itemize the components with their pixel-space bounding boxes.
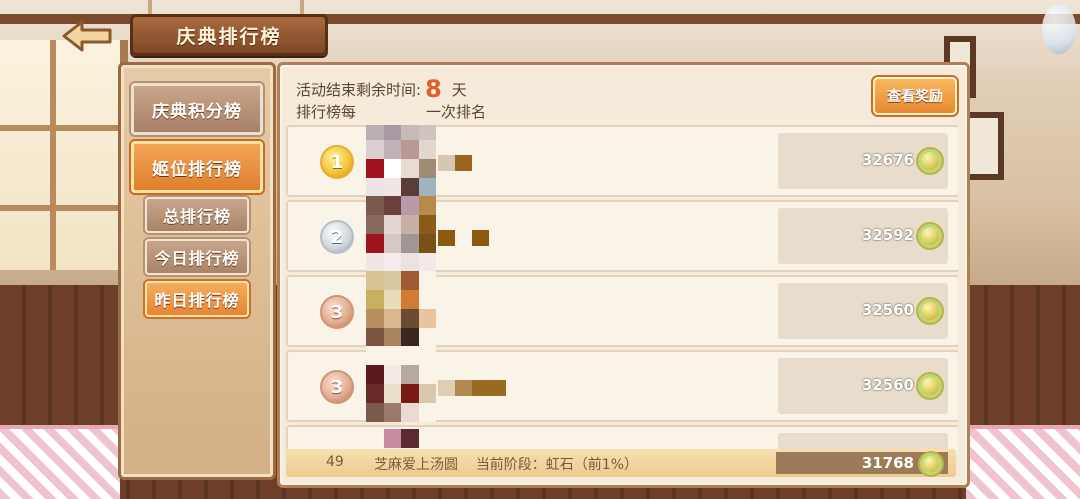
my-rank: 49 bbox=[326, 454, 344, 470]
refresh-suffix: 一次排名 bbox=[426, 103, 487, 121]
player-avatar bbox=[366, 271, 436, 347]
coin-icon bbox=[916, 372, 944, 400]
coin-icon bbox=[916, 297, 944, 325]
coin-icon bbox=[918, 451, 944, 477]
my-ranking-bar: 49 芝麻爱上汤圆 当前阶段：虹石（前1%） 31768 bbox=[286, 449, 956, 477]
countdown-label: 活动结束剩余时间: bbox=[296, 81, 422, 99]
coin-icon bbox=[916, 147, 944, 175]
score-value: 32560 bbox=[861, 376, 914, 394]
ranking-panel: 活动结束剩余时间: 8 天 排行榜每 一次排名 查看奖励 1 32676 2 3… bbox=[277, 62, 970, 488]
floating-bubble-icon[interactable] bbox=[1042, 4, 1076, 54]
player-avatar bbox=[366, 125, 436, 197]
ranking-row[interactable]: 3 32560 bbox=[286, 346, 958, 422]
background-picture-frame bbox=[964, 112, 1004, 180]
coin-icon bbox=[916, 222, 944, 250]
ranking-row[interactable]: 3 32560 bbox=[286, 271, 958, 347]
refresh-prefix: 排行榜每 bbox=[296, 103, 357, 121]
countdown-unit: 天 bbox=[451, 81, 467, 99]
player-name-mosaic bbox=[438, 380, 506, 396]
back-button[interactable] bbox=[60, 18, 116, 54]
countdown-info: 活动结束剩余时间: 8 天 bbox=[296, 75, 467, 103]
rank-medal-icon: 2 bbox=[320, 220, 354, 254]
player-name-mosaic bbox=[438, 155, 472, 171]
score-value: 32592 bbox=[861, 226, 914, 244]
score-box: 32560 bbox=[778, 358, 948, 414]
sidebar-subitem-total[interactable]: 总排行榜 bbox=[145, 197, 249, 233]
sidebar-item-festival-points[interactable]: 庆典积分榜 bbox=[131, 83, 263, 135]
score-box: 32592 bbox=[778, 208, 948, 264]
rank-medal-icon: 3 bbox=[320, 370, 354, 404]
score-value: 32676 bbox=[861, 151, 914, 169]
view-rewards-button[interactable]: 查看奖励 bbox=[873, 77, 957, 115]
rank-medal-icon: 1 bbox=[320, 145, 354, 179]
ranking-list: 1 32676 2 32592 3 32560 3 32560 bbox=[286, 125, 958, 455]
refresh-info: 排行榜每 一次排名 bbox=[296, 101, 486, 122]
sidebar-subitem-today[interactable]: 今日排行榜 bbox=[145, 239, 249, 275]
my-name: 芝麻爱上汤圆 bbox=[374, 457, 458, 473]
score-value: 32560 bbox=[861, 301, 914, 319]
rank-medal-icon: 3 bbox=[320, 295, 354, 329]
sidebar-item-princess-rank[interactable]: 姬位排行榜 bbox=[131, 141, 263, 193]
player-name-mosaic bbox=[438, 230, 489, 246]
score-box: 32560 bbox=[778, 283, 948, 339]
background-window bbox=[0, 40, 128, 270]
page-title: 庆典排行榜 bbox=[130, 14, 328, 56]
player-avatar bbox=[366, 196, 436, 272]
sidebar: 庆典积分榜 姬位排行榜 总排行榜 今日排行榜 昨日排行榜 bbox=[118, 62, 276, 480]
my-score-value: 31768 bbox=[861, 454, 914, 472]
my-name-and-stage: 芝麻爱上汤圆 当前阶段：虹石（前1%） bbox=[374, 454, 638, 474]
countdown-value: 8 bbox=[425, 75, 442, 103]
back-arrow-icon bbox=[62, 20, 112, 52]
my-score-box: 31768 bbox=[776, 451, 948, 477]
score-box: 32676 bbox=[778, 133, 948, 189]
ranking-row[interactable]: 2 32592 bbox=[286, 196, 958, 272]
my-stage: 当前阶段：虹石（前1%） bbox=[475, 457, 639, 473]
background-table-left bbox=[0, 425, 120, 499]
background-table-right bbox=[966, 425, 1080, 499]
ranking-row[interactable]: 1 32676 bbox=[286, 125, 958, 197]
player-avatar bbox=[366, 346, 436, 422]
sidebar-subitem-yesterday[interactable]: 昨日排行榜 bbox=[145, 281, 249, 317]
